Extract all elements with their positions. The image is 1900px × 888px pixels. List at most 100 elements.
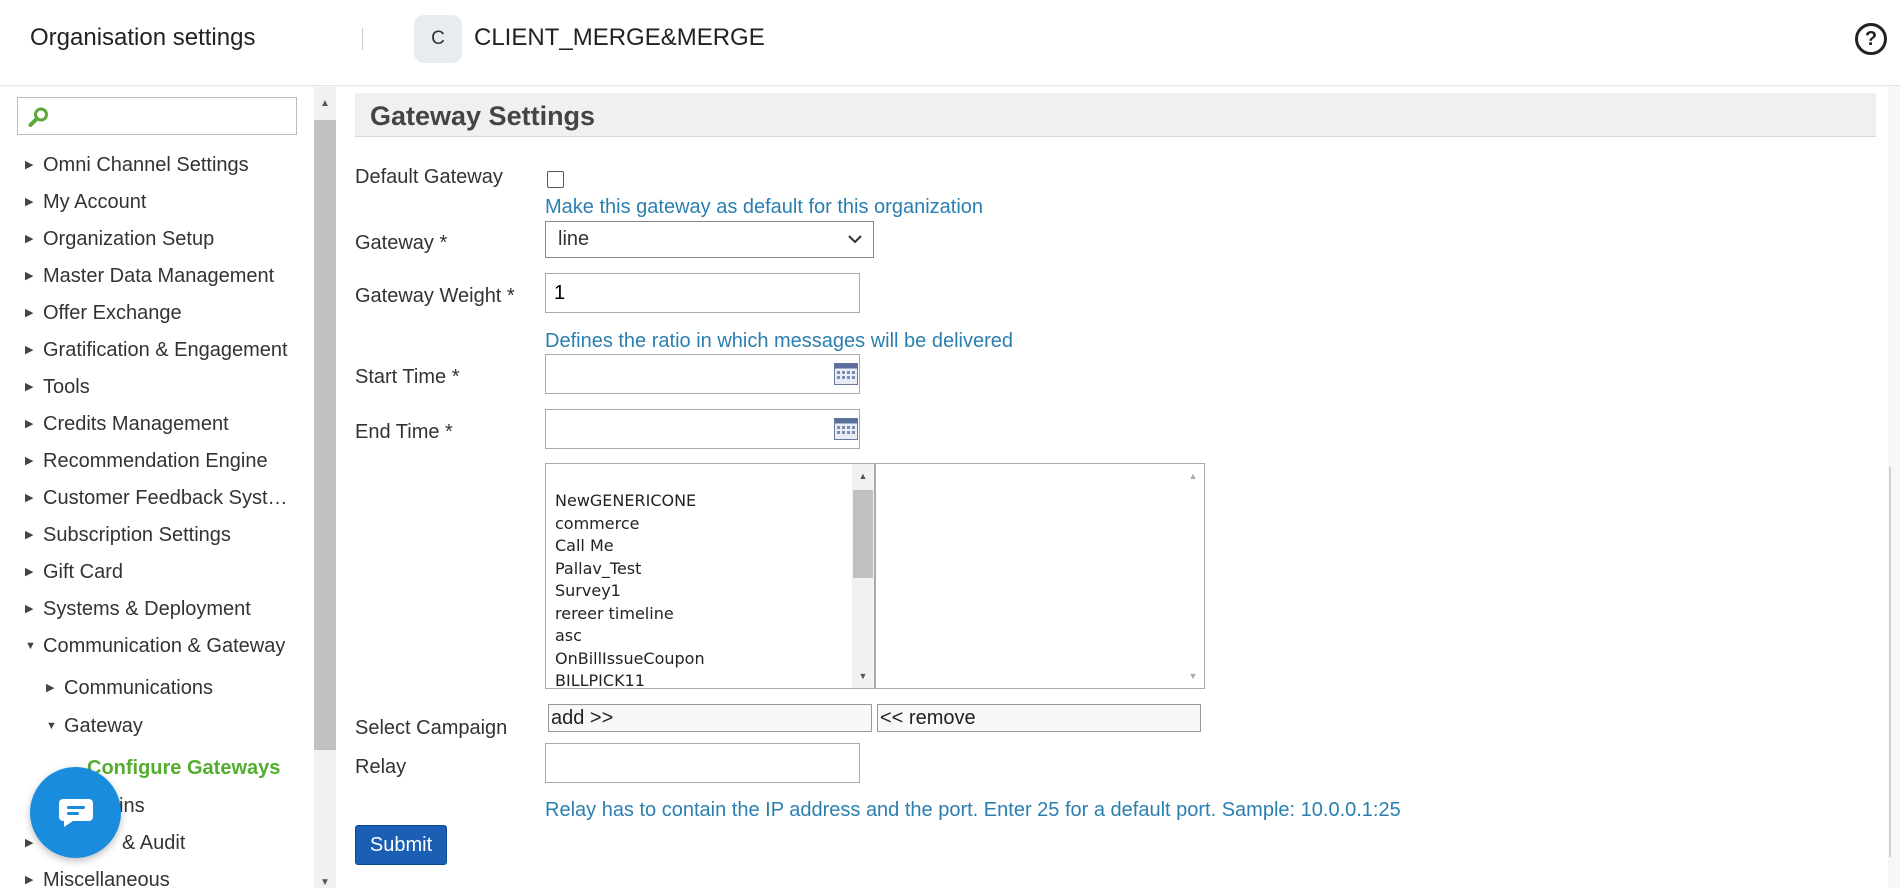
- listbox-scrollbar[interactable]: [1182, 464, 1204, 688]
- sidebar-item-systems-deployment[interactable]: ▶ Systems & Deployment: [0, 591, 310, 628]
- sidebar-item-label: Communication & Gateway: [43, 635, 286, 657]
- sidebar-item-organization-setup[interactable]: ▶ Organization Setup: [0, 221, 310, 258]
- sidebar-item-label: & Audit: [122, 832, 186, 854]
- expand-arrow-icon: ▶: [25, 418, 34, 430]
- default-gateway-hint: Make this gateway as default for this or…: [545, 196, 984, 218]
- sidebar-item-communication-gateway[interactable]: ▼ Communication & Gateway: [0, 628, 310, 665]
- available-campaigns-list[interactable]: NewGENERICONE commerce Call Me Pallav_Te…: [545, 463, 875, 689]
- default-gateway-checkbox[interactable]: [547, 171, 564, 188]
- expand-arrow-icon: ▶: [25, 492, 34, 504]
- expand-arrow-icon: ▶: [25, 196, 34, 208]
- list-item[interactable]: Call Me: [555, 535, 705, 558]
- sidebar-item-label: Credits Management: [43, 413, 229, 435]
- gateway-weight-input[interactable]: [545, 273, 860, 313]
- add-campaign-button[interactable]: add >>: [548, 704, 872, 732]
- expand-arrow-icon: ▶: [25, 566, 34, 578]
- org-avatar[interactable]: C: [414, 15, 462, 63]
- main-content: Gateway Settings Default Gateway Make th…: [336, 87, 1900, 888]
- list-item[interactable]: Pallav_Test: [555, 558, 705, 581]
- sidebar-item-gateway[interactable]: ▼ Gateway: [0, 708, 310, 745]
- org-name[interactable]: CLIENT_MERGE&MERGE: [474, 24, 765, 52]
- scroll-up-arrow-icon[interactable]: ▲: [1182, 467, 1204, 485]
- expand-arrow-icon: ▶: [25, 837, 34, 849]
- calendar-icon[interactable]: [834, 363, 858, 385]
- sidebar-scrollbar-thumb[interactable]: [314, 120, 336, 750]
- chat-widget-button[interactable]: [30, 767, 121, 858]
- sidebar-item-label: Configure Gateways: [87, 757, 281, 779]
- relay-input[interactable]: [545, 743, 860, 783]
- sidebar-item-subscription-settings[interactable]: ▶ Subscription Settings: [0, 517, 310, 554]
- expand-arrow-icon: ▶: [46, 682, 55, 694]
- list-item[interactable]: BILLPICK11: [555, 670, 705, 688]
- main-scrollbar-thumb[interactable]: [1889, 467, 1891, 857]
- main-scrollbar[interactable]: [1888, 87, 1900, 888]
- sidebar-item-tools[interactable]: ▶ Tools: [0, 369, 310, 406]
- end-time-input[interactable]: [545, 409, 860, 449]
- sidebar-item-gratification-engagement[interactable]: ▶ Gratification & Engagement: [0, 332, 310, 369]
- sidebar-item-label: Gateway: [64, 715, 143, 737]
- help-icon[interactable]: ?: [1855, 23, 1887, 55]
- list-item[interactable]: Survey1: [555, 580, 705, 603]
- sidebar: ▶ Omni Channel Settings ▶ My Account ▶ O…: [0, 87, 336, 888]
- sidebar-item-recommendation-engine[interactable]: ▶ Recommendation Engine: [0, 443, 310, 480]
- sidebar-item-offer-exchange[interactable]: ▶ Offer Exchange: [0, 295, 310, 332]
- sidebar-search-input[interactable]: [60, 103, 288, 129]
- sidebar-search[interactable]: [17, 97, 297, 135]
- expand-arrow-icon: ▶: [25, 159, 34, 171]
- section-title: Gateway Settings: [370, 101, 596, 131]
- scroll-up-arrow-icon[interactable]: ▲: [852, 467, 874, 485]
- list-item[interactable]: NewGENERICONE: [555, 490, 705, 513]
- expand-arrow-icon: ▶: [25, 455, 34, 467]
- sidebar-item-label: My Account: [43, 191, 147, 213]
- list-item[interactable]: commerce: [555, 513, 705, 536]
- sidebar-item-credits-management[interactable]: ▶ Credits Management: [0, 406, 310, 443]
- listbox-scrollbar-thumb[interactable]: [853, 490, 873, 578]
- start-time-input[interactable]: [545, 354, 860, 394]
- list-item[interactable]: asc: [555, 625, 705, 648]
- start-time-label: Start Time *: [355, 366, 460, 388]
- search-icon: [28, 107, 48, 127]
- expand-arrow-icon: ▶: [25, 307, 34, 319]
- select-campaign-label: Select Campaign: [355, 717, 508, 739]
- sidebar-item-communications[interactable]: ▶ Communications: [0, 668, 310, 708]
- gateway-select[interactable]: line: [545, 221, 874, 258]
- sidebar-item-label: Subscription Settings: [43, 524, 231, 546]
- sidebar-item-master-data-management[interactable]: ▶ Master Data Management: [0, 258, 310, 295]
- sidebar-item-label: Organization Setup: [43, 228, 215, 250]
- page-title: Organisation settings: [30, 24, 256, 51]
- scroll-down-arrow-icon[interactable]: ▼: [852, 667, 874, 685]
- sidebar-item-omni-channel-settings[interactable]: ▶ Omni Channel Settings: [0, 147, 310, 184]
- default-gateway-label: Default Gateway: [355, 166, 503, 188]
- scroll-down-arrow-icon[interactable]: ▼: [1182, 667, 1204, 685]
- expand-arrow-icon: ▶: [25, 874, 34, 886]
- expand-arrow-icon: ▶: [25, 529, 34, 541]
- expand-arrow-icon: ▶: [25, 603, 34, 615]
- gateway-select-value: line: [558, 228, 590, 250]
- chat-icon: [58, 798, 93, 827]
- sidebar-item-label: Offer Exchange: [43, 302, 182, 324]
- sidebar-item-label: Master Data Management: [43, 265, 275, 287]
- list-item[interactable]: rereer timeline: [555, 603, 705, 626]
- sidebar-item-customer-feedback-system[interactable]: ▶ Customer Feedback System: [0, 480, 310, 517]
- sidebar-item-label: Recommendation Engine: [43, 450, 268, 472]
- sidebar-item-label: Customer Feedback System: [43, 487, 288, 509]
- sidebar-item-label: Gift Card: [43, 561, 124, 583]
- sidebar-item-my-account[interactable]: ▶ My Account: [0, 184, 310, 221]
- section-header: Gateway Settings: [355, 93, 1876, 137]
- scroll-down-arrow-icon[interactable]: ▼: [314, 872, 336, 888]
- remove-campaign-button[interactable]: << remove: [877, 704, 1201, 732]
- chevron-down-icon: [848, 235, 862, 244]
- relay-label: Relay: [355, 756, 407, 778]
- list-item[interactable]: OnBillIssueCoupon: [555, 648, 705, 671]
- scroll-up-arrow-icon[interactable]: ▲: [314, 93, 336, 113]
- relay-hint: Relay has to contain the IP address and …: [545, 799, 1401, 821]
- submit-button[interactable]: Submit: [355, 825, 447, 865]
- selected-campaigns-list[interactable]: ▲ ▼: [875, 463, 1205, 689]
- end-time-label: End Time *: [355, 421, 453, 443]
- calendar-icon[interactable]: [834, 418, 858, 440]
- expand-arrow-icon: ▶: [25, 270, 34, 282]
- expand-arrow-icon: ▶: [25, 233, 34, 245]
- sidebar-item-gift-card[interactable]: ▶ Gift Card: [0, 554, 310, 591]
- gateway-label: Gateway *: [355, 232, 448, 254]
- sidebar-item-miscellaneous[interactable]: ▶ Miscellaneous: [0, 862, 310, 888]
